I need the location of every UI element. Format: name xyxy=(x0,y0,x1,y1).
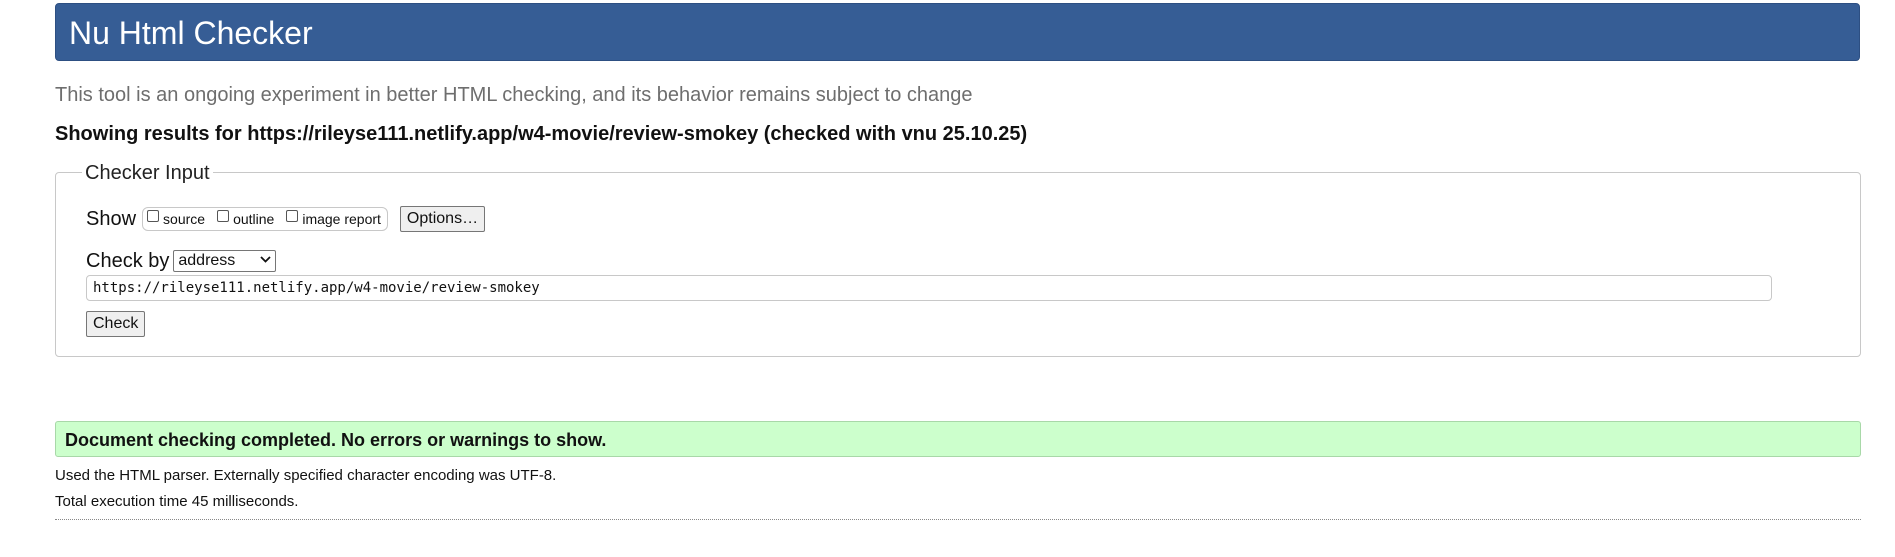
parser-info: Used the HTML parser. Externally specifi… xyxy=(55,467,557,484)
options-button[interactable]: Options… xyxy=(399,206,486,232)
check-button[interactable]: Check xyxy=(86,311,146,337)
check-by-row: Check by address xyxy=(86,248,277,274)
url-input[interactable]: https://rileyse111.netlify.app/w4-movie/… xyxy=(86,275,1772,301)
checkbox-label: outline xyxy=(233,211,275,227)
show-label: Show xyxy=(86,207,137,230)
page-title: Nu Html Checker xyxy=(69,15,313,51)
page: Nu Html Checker This tool is an ongoing … xyxy=(0,0,1895,557)
header-banner: Nu Html Checker xyxy=(55,3,1860,61)
check-by-selected-value: address xyxy=(178,252,236,269)
checkbox-box[interactable] xyxy=(217,210,230,222)
divider xyxy=(55,519,1861,520)
show-source-checkbox[interactable]: source xyxy=(147,210,206,227)
checkbox-label: image report xyxy=(302,211,381,227)
results-heading: Showing results for https://rileyse111.n… xyxy=(55,123,1028,145)
chevron-down-icon xyxy=(260,256,272,266)
show-image-report-checkbox[interactable]: image report xyxy=(286,210,381,227)
show-options-group: source outline image report xyxy=(142,207,388,231)
check-by-select[interactable]: address xyxy=(173,250,277,272)
checkbox-box[interactable] xyxy=(286,210,299,222)
success-message: Document checking completed. No errors o… xyxy=(65,430,607,450)
show-outline-checkbox[interactable]: outline xyxy=(217,210,275,227)
checker-input-legend: Checker Input xyxy=(82,161,213,185)
execution-time: Total execution time 45 milliseconds. xyxy=(55,493,299,510)
show-row: Show source outline image report Options… xyxy=(86,205,486,233)
check-by-label: Check by xyxy=(86,249,170,272)
checkbox-box[interactable] xyxy=(147,210,160,222)
tagline: This tool is an ongoing experiment in be… xyxy=(55,84,973,106)
success-message-box: Document checking completed. No errors o… xyxy=(55,421,1861,457)
checker-input-fieldset: Checker Input Show source outline image … xyxy=(55,161,1861,357)
checkbox-label: source xyxy=(163,211,206,227)
